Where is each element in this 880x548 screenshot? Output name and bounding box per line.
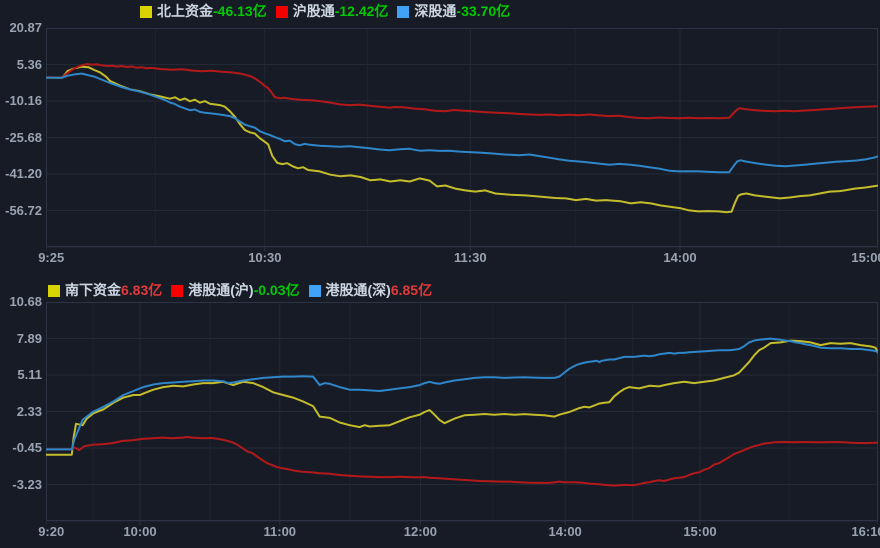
legend-label: 港股通(沪) — [188, 283, 253, 298]
x-tick-label: 10:30 — [248, 250, 281, 265]
x-tick-label: 16:10 — [851, 524, 880, 539]
y-tick-label: 7.89 — [0, 331, 42, 346]
y-tick-label: -25.68 — [0, 130, 42, 145]
northbound-legend: 北上资金-46.13亿沪股通-12.42亿深股通-33.70亿 — [140, 4, 519, 19]
legend-item-sz-connect: 深股通-33.70亿 — [397, 4, 510, 19]
capital-flow-panel: 北上资金-46.13亿沪股通-12.42亿深股通-33.70亿20.875.36… — [0, 0, 880, 548]
y-tick-label: 10.68 — [0, 294, 42, 309]
hk-sh-line — [46, 437, 878, 486]
x-tick-label: 11:00 — [264, 524, 297, 539]
x-tick-label: 12:00 — [404, 524, 437, 539]
legend-label: 南下资金 — [65, 283, 121, 298]
y-tick-label: 5.36 — [0, 57, 42, 72]
legend-marker-icon — [276, 6, 288, 18]
y-tick-label: -10.16 — [0, 93, 42, 108]
legend-value: -33.70亿 — [456, 4, 510, 19]
north-total-line — [46, 67, 878, 213]
legend-marker-icon — [397, 6, 409, 18]
legend-item-hk-sz: 港股通(深)6.85亿 — [309, 283, 433, 298]
x-tick-label: 15:00 — [851, 250, 880, 265]
y-tick-label: -3.23 — [0, 477, 42, 492]
legend-value: -0.03亿 — [254, 283, 300, 298]
y-tick-label: -0.45 — [0, 440, 42, 455]
x-tick-label: 9:25 — [38, 250, 64, 265]
legend-marker-icon — [171, 285, 183, 297]
legend-value: 6.85亿 — [391, 283, 432, 298]
x-tick-label: 14:00 — [663, 250, 696, 265]
legend-value: -46.13亿 — [213, 4, 267, 19]
y-tick-label: -56.72 — [0, 203, 42, 218]
y-tick-label: -41.20 — [0, 166, 42, 181]
legend-marker-icon — [140, 6, 152, 18]
sz-connect-line — [46, 74, 878, 173]
legend-item-north-total: 北上资金-46.13亿 — [140, 4, 267, 19]
legend-item-hk-sh: 港股通(沪)-0.03亿 — [171, 283, 299, 298]
x-tick-label: 10:00 — [123, 524, 156, 539]
legend-value: 6.83亿 — [121, 283, 162, 298]
legend-value: -12.42亿 — [335, 4, 389, 19]
sh-connect-line — [46, 64, 878, 118]
legend-label: 港股通(深) — [326, 283, 391, 298]
legend-item-south-total: 南下资金6.83亿 — [48, 283, 162, 298]
legend-item-sh-connect: 沪股通-12.42亿 — [276, 4, 389, 19]
northbound-chart[interactable] — [46, 28, 878, 253]
y-tick-label: 20.87 — [0, 20, 42, 35]
legend-label: 沪股通 — [293, 4, 335, 19]
x-tick-label: 11:30 — [454, 250, 487, 265]
legend-label: 深股通 — [414, 4, 456, 19]
legend-label: 北上资金 — [157, 4, 213, 19]
x-tick-label: 15:00 — [683, 524, 716, 539]
legend-marker-icon — [309, 285, 321, 297]
southbound-legend: 南下资金6.83亿港股通(沪)-0.03亿港股通(深)6.85亿 — [48, 283, 441, 298]
y-tick-label: 2.33 — [0, 404, 42, 419]
y-tick-label: 5.11 — [0, 367, 42, 382]
legend-marker-icon — [48, 285, 60, 297]
southbound-chart[interactable] — [46, 302, 878, 527]
x-tick-label: 9:20 — [38, 524, 64, 539]
x-tick-label: 14:00 — [549, 524, 582, 539]
